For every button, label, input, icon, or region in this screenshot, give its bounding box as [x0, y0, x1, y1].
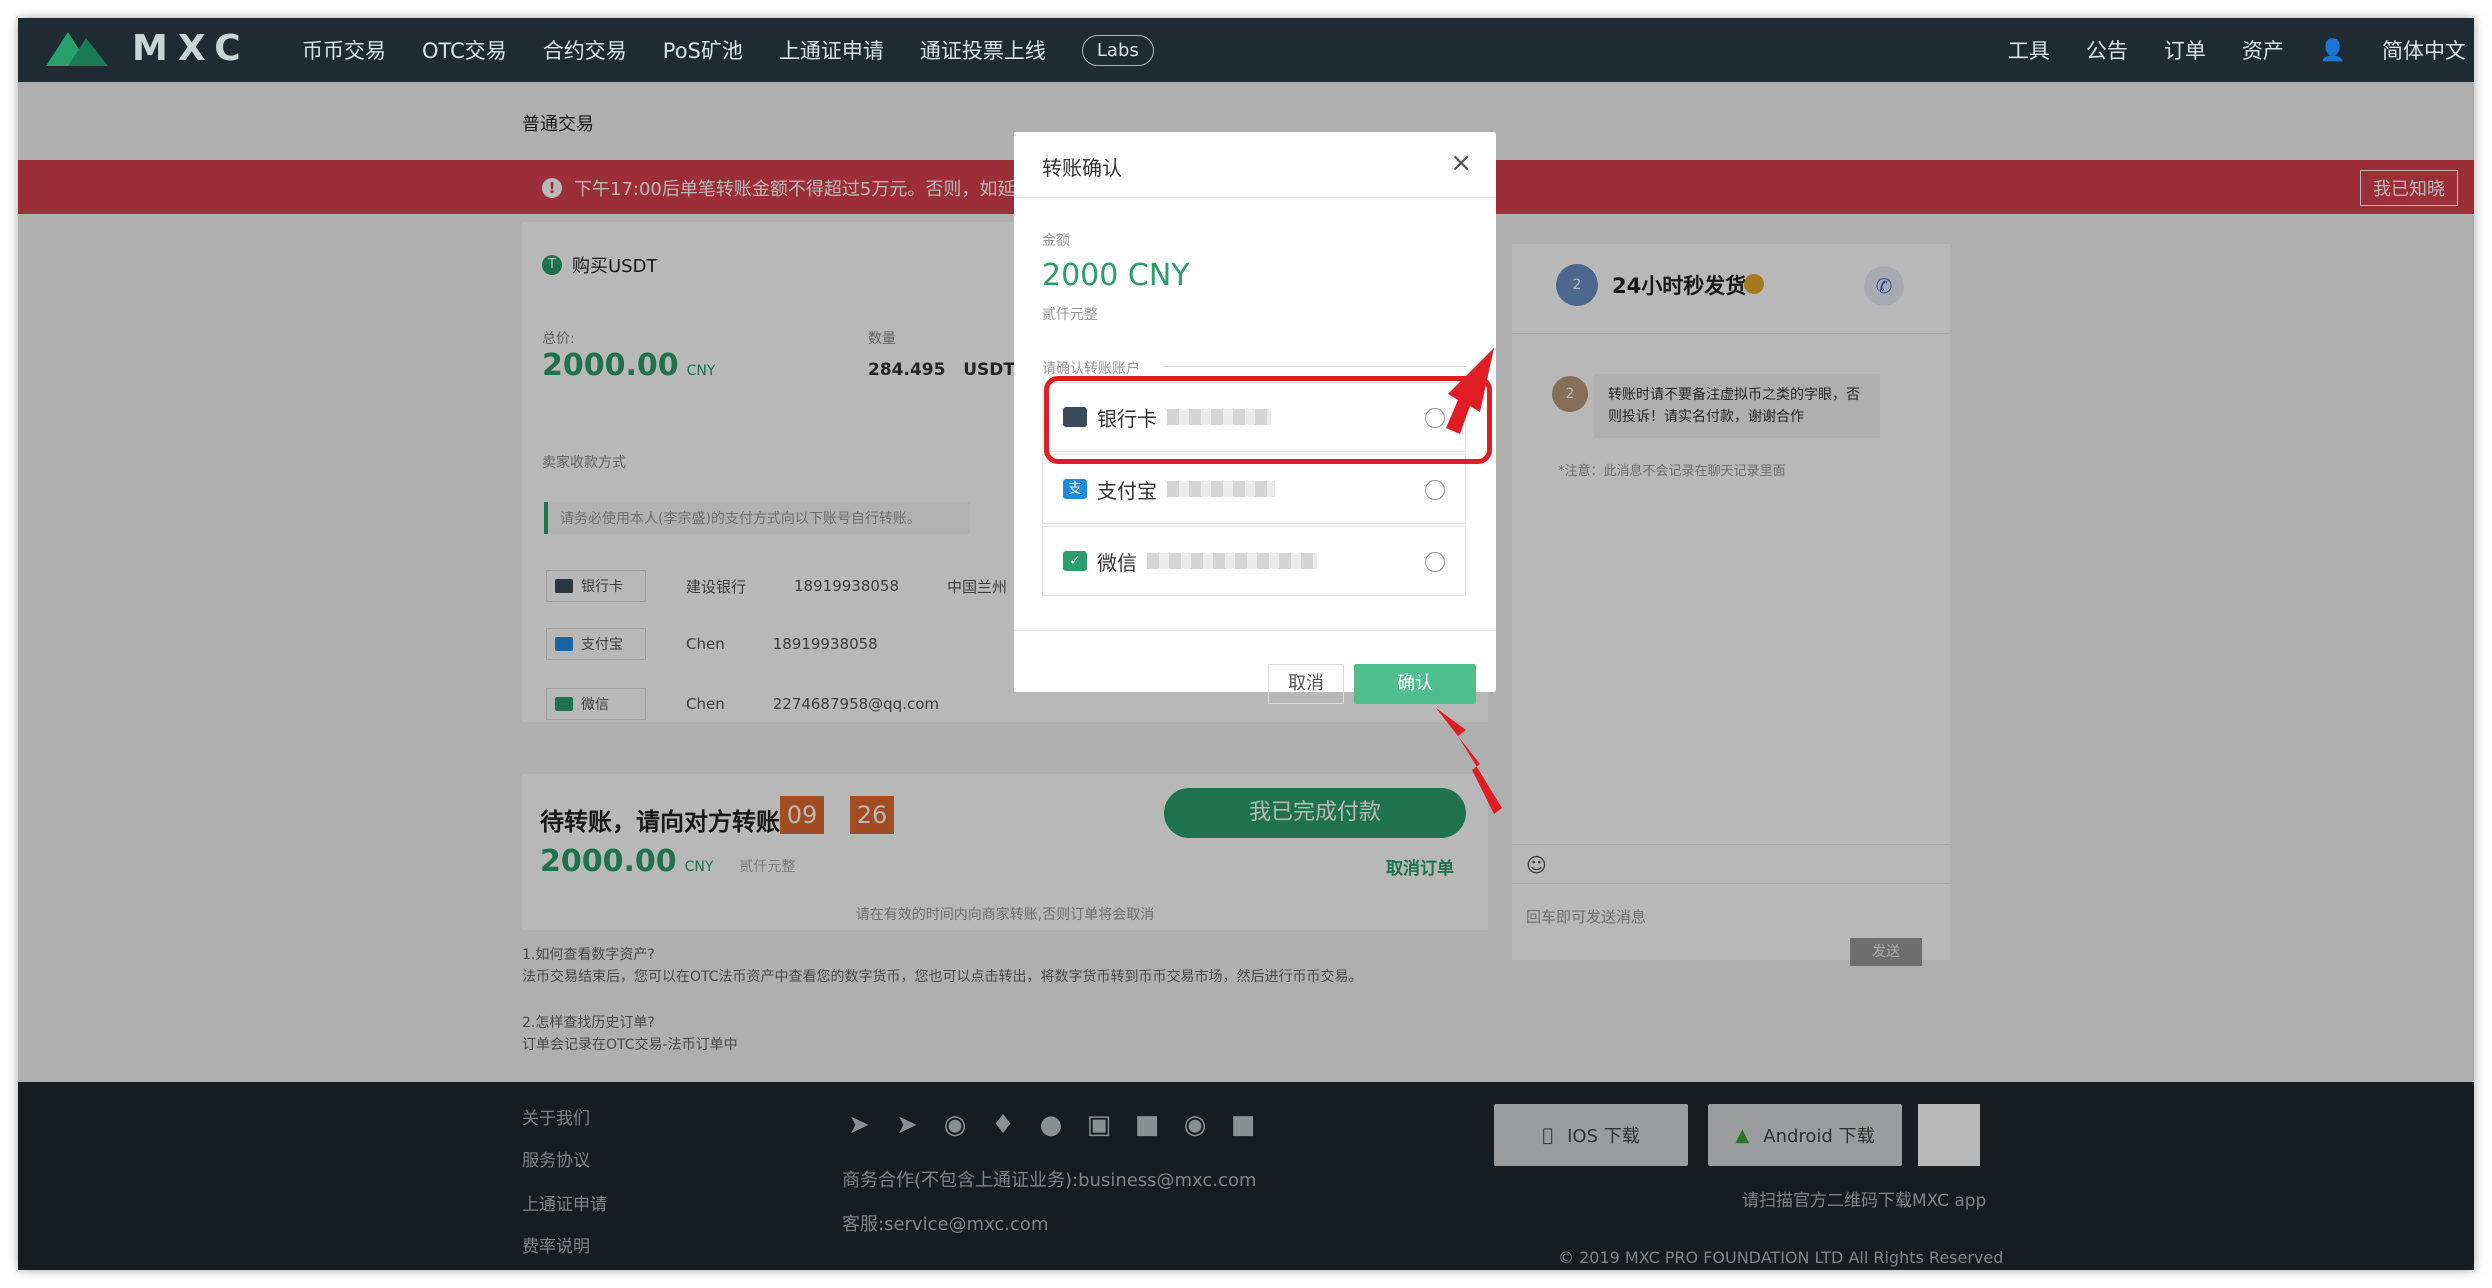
app-window: MXC 币币交易 OTC交易 合约交易 PoS矿池 上通证申请 通证投票上线 L… [18, 18, 2474, 1270]
arrow-to-bank-card [1446, 348, 1494, 434]
annotation-arrows [1436, 348, 1502, 814]
arrow-to-confirm [1436, 708, 1502, 814]
